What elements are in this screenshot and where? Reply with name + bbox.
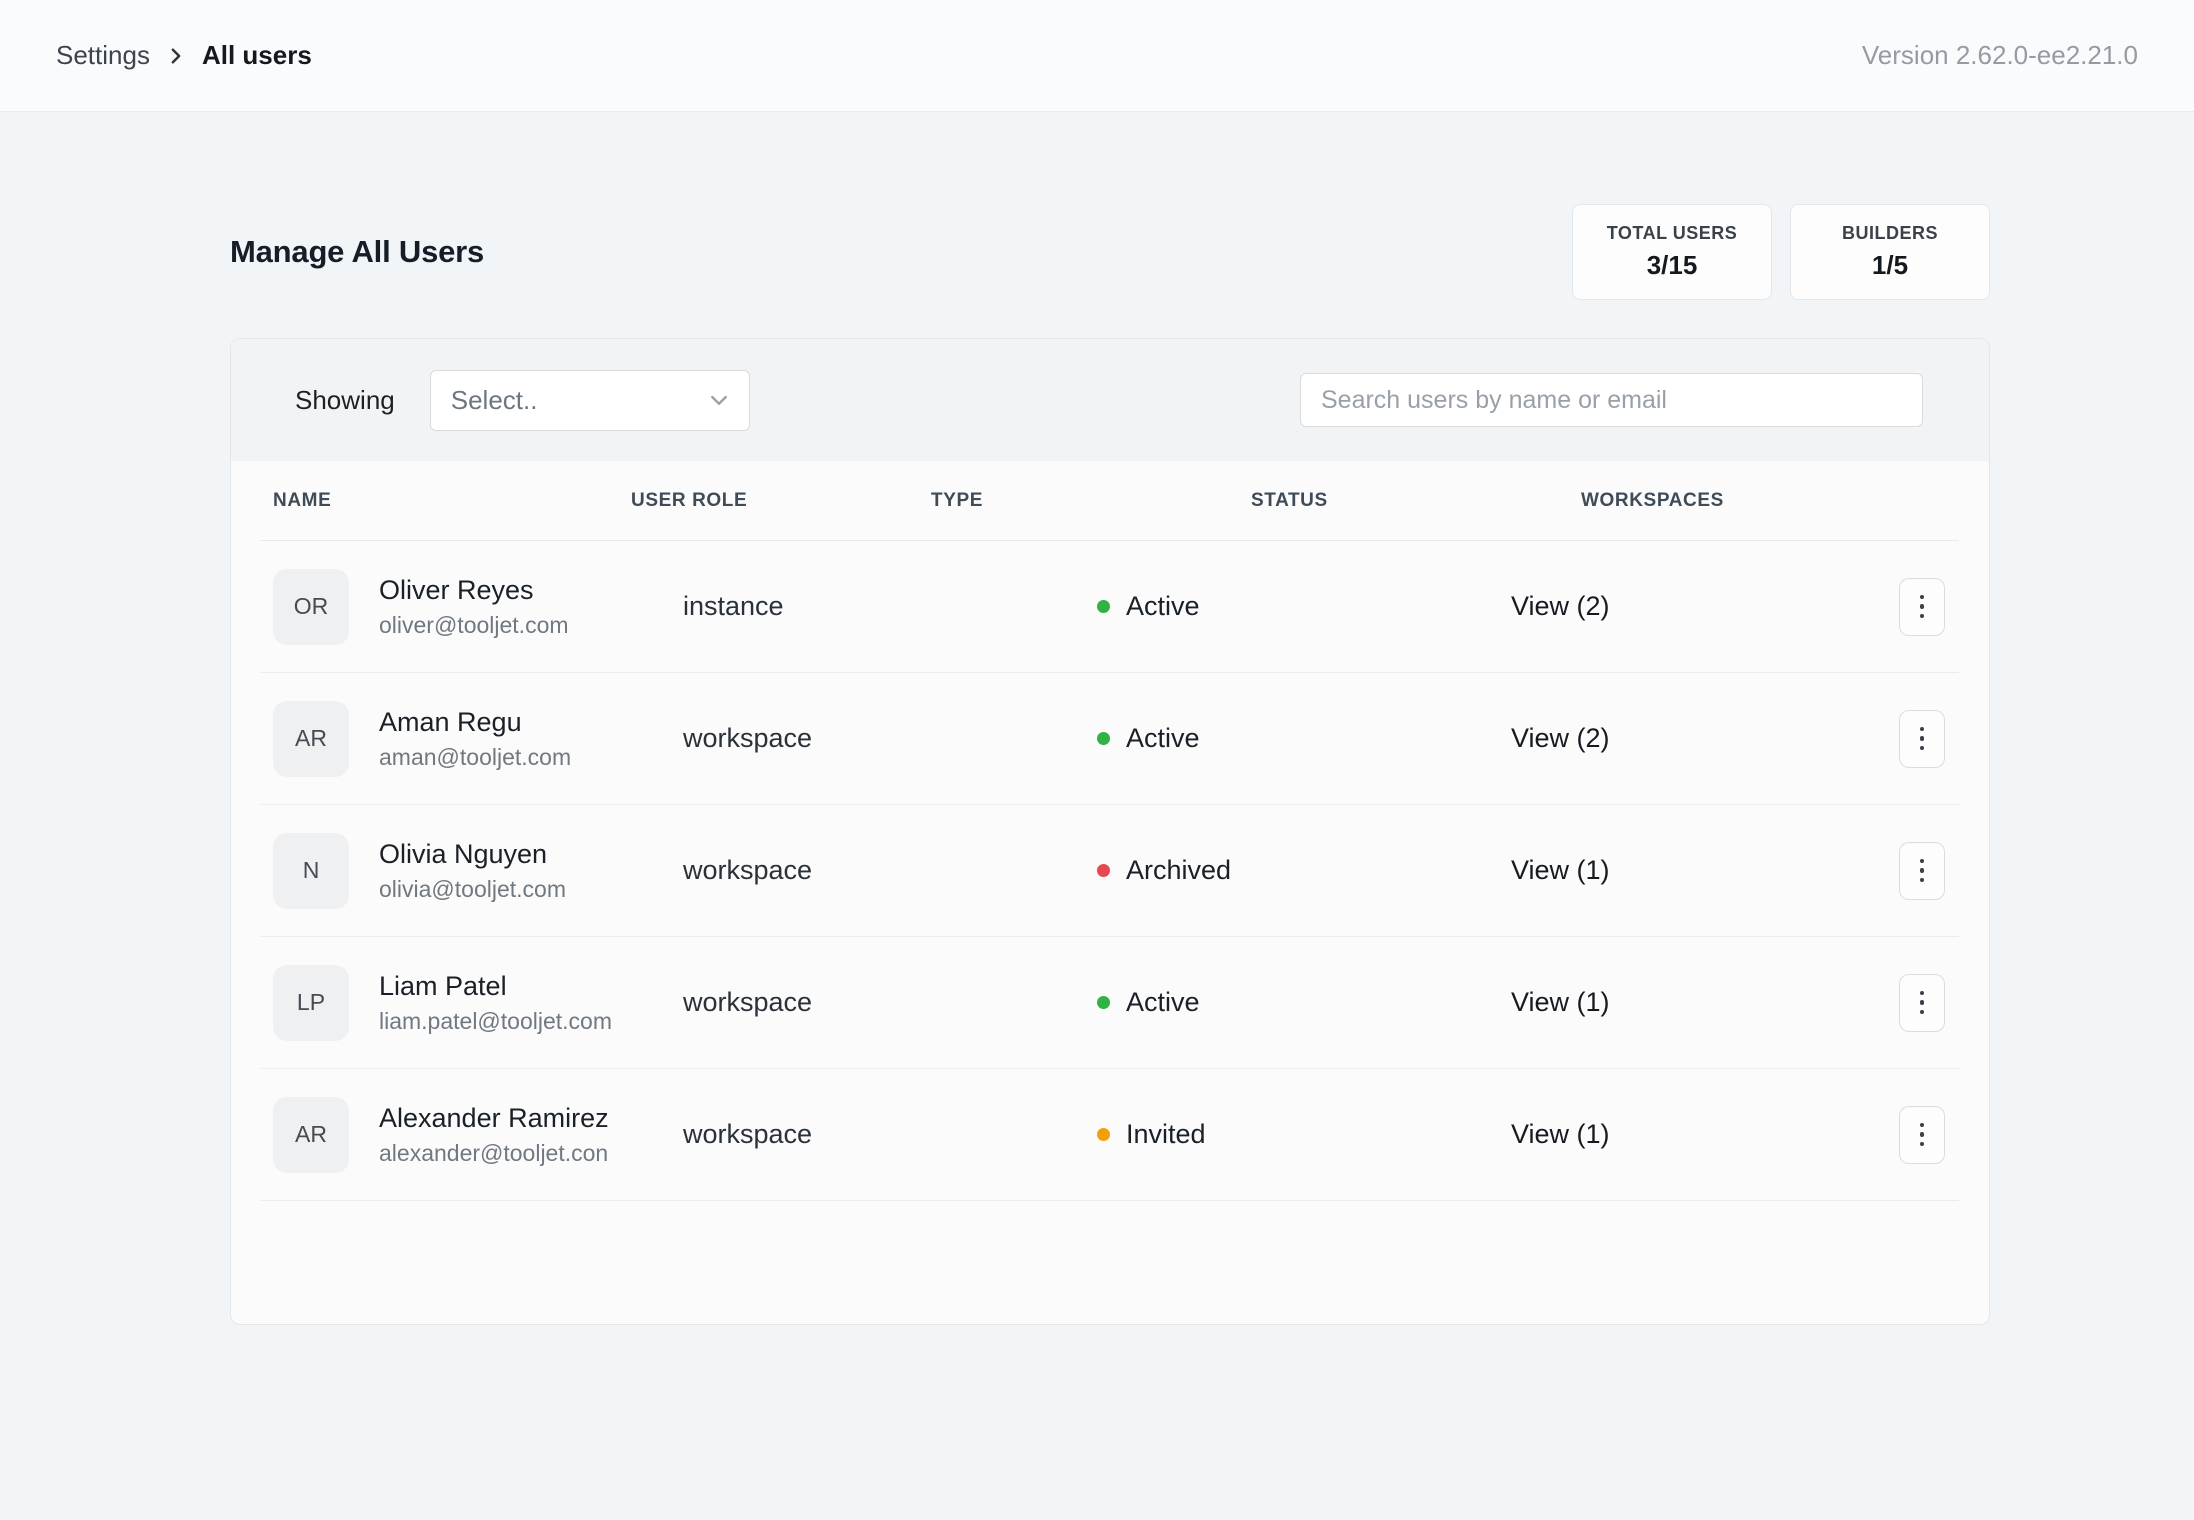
status-dot [1097, 732, 1110, 745]
search-input[interactable] [1300, 373, 1923, 427]
showing-label: Showing [295, 385, 395, 416]
status-label: Active [1126, 591, 1200, 622]
user-role-cell: workspace [631, 855, 931, 886]
version-label: Version 2.62.0-ee2.21.0 [1862, 40, 2138, 71]
actions-cell [1771, 974, 1959, 1032]
row-menu-button[interactable] [1899, 1106, 1945, 1164]
view-workspaces-link[interactable]: View (1) [1511, 1119, 1610, 1149]
status-dot [1097, 864, 1110, 877]
user-email: oliver@tooljet.com [379, 612, 569, 639]
heading-row: Manage All Users TOTAL USERS 3/15 BUILDE… [230, 204, 1990, 300]
table-header: NAME USER ROLE TYPE STATUS WORKSPACES [261, 461, 1959, 541]
table-row: AR Alexander Ramirez alexander@tooljet.c… [261, 1069, 1959, 1201]
view-workspaces-link[interactable]: View (1) [1511, 855, 1610, 885]
user-email: olivia@tooljet.com [379, 876, 566, 903]
header-status: STATUS [1091, 490, 1421, 512]
avatar: AR [273, 701, 349, 777]
builders-value: 1/5 [1819, 250, 1961, 281]
user-email: aman@tooljet.com [379, 744, 571, 771]
table-row: N Olivia Nguyen olivia@tooljet.com works… [261, 805, 1959, 937]
row-menu-button[interactable] [1899, 974, 1945, 1032]
header-type: TYPE [931, 490, 1091, 512]
actions-cell [1771, 710, 1959, 768]
user-role-cell: workspace [631, 987, 931, 1018]
user-name: Aman Regu [379, 707, 571, 738]
user-cell: LP Liam Patel liam.patel@tooljet.com [261, 965, 631, 1041]
user-cell: AR Aman Regu aman@tooljet.com [261, 701, 631, 777]
status-cell: Active [1091, 591, 1421, 622]
chevron-down-icon [707, 388, 731, 412]
workspaces-cell: View (1) [1421, 1119, 1771, 1150]
status-filter-select[interactable]: Select.. [430, 370, 750, 431]
actions-cell [1771, 1106, 1959, 1164]
user-cell: N Olivia Nguyen olivia@tooljet.com [261, 833, 631, 909]
user-cell: AR Alexander Ramirez alexander@tooljet.c… [261, 1097, 631, 1173]
status-dot [1097, 600, 1110, 613]
avatar: N [273, 833, 349, 909]
table-row: AR Aman Regu aman@tooljet.com workspace … [261, 673, 1959, 805]
chevron-right-icon [166, 46, 186, 66]
user-cell: OR Oliver Reyes oliver@tooljet.com [261, 569, 631, 645]
view-workspaces-link[interactable]: View (1) [1511, 987, 1610, 1017]
header-workspaces: WORKSPACES [1421, 490, 1771, 512]
breadcrumb-current: All users [202, 40, 312, 71]
status-dot [1097, 1128, 1110, 1141]
view-workspaces-link[interactable]: View (2) [1511, 723, 1610, 753]
status-label: Archived [1126, 855, 1231, 886]
header-user-role: USER ROLE [631, 490, 931, 512]
user-name: Olivia Nguyen [379, 839, 566, 870]
avatar: AR [273, 1097, 349, 1173]
topbar: Settings All users Version 2.62.0-ee2.21… [0, 0, 2194, 112]
workspaces-cell: View (2) [1421, 591, 1771, 622]
actions-cell [1771, 842, 1959, 900]
main-content: Manage All Users TOTAL USERS 3/15 BUILDE… [230, 204, 1990, 1325]
avatar: OR [273, 569, 349, 645]
user-role-cell: instance [631, 591, 931, 622]
workspaces-cell: View (1) [1421, 855, 1771, 886]
status-cell: Active [1091, 987, 1421, 1018]
filter-bar: Showing Select.. [231, 339, 1989, 461]
users-panel: Showing Select.. NAME USER ROLE TYPE STA… [230, 338, 1990, 1325]
user-name: Oliver Reyes [379, 575, 569, 606]
user-role-cell: workspace [631, 723, 931, 754]
builders-card: BUILDERS 1/5 [1790, 204, 1990, 300]
user-email: liam.patel@tooljet.com [379, 1008, 612, 1035]
status-label: Active [1126, 987, 1200, 1018]
stat-cards: TOTAL USERS 3/15 BUILDERS 1/5 [1572, 204, 1990, 300]
total-users-value: 3/15 [1601, 250, 1743, 281]
workspaces-cell: View (2) [1421, 723, 1771, 754]
header-name: NAME [261, 490, 631, 512]
users-table: NAME USER ROLE TYPE STATUS WORKSPACES OR… [231, 461, 1989, 1201]
row-menu-button[interactable] [1899, 710, 1945, 768]
page-title: Manage All Users [230, 234, 484, 270]
workspaces-cell: View (1) [1421, 987, 1771, 1018]
user-email: alexander@tooljet.con [379, 1140, 609, 1167]
row-menu-button[interactable] [1899, 842, 1945, 900]
row-menu-button[interactable] [1899, 578, 1945, 636]
status-filter-value: Select.. [451, 385, 538, 416]
total-users-label: TOTAL USERS [1601, 223, 1743, 244]
actions-cell [1771, 578, 1959, 636]
status-cell: Invited [1091, 1119, 1421, 1150]
user-name: Liam Patel [379, 971, 612, 1002]
status-cell: Active [1091, 723, 1421, 754]
breadcrumb: Settings All users [56, 40, 312, 71]
user-role-cell: workspace [631, 1119, 931, 1150]
user-name: Alexander Ramirez [379, 1103, 609, 1134]
status-label: Active [1126, 723, 1200, 754]
avatar: LP [273, 965, 349, 1041]
view-workspaces-link[interactable]: View (2) [1511, 591, 1610, 621]
status-dot [1097, 996, 1110, 1009]
status-cell: Archived [1091, 855, 1421, 886]
breadcrumb-settings-link[interactable]: Settings [56, 40, 150, 71]
total-users-card: TOTAL USERS 3/15 [1572, 204, 1772, 300]
status-label: Invited [1126, 1119, 1206, 1150]
table-row: LP Liam Patel liam.patel@tooljet.com wor… [261, 937, 1959, 1069]
table-row: OR Oliver Reyes oliver@tooljet.com insta… [261, 541, 1959, 673]
builders-label: BUILDERS [1819, 223, 1961, 244]
